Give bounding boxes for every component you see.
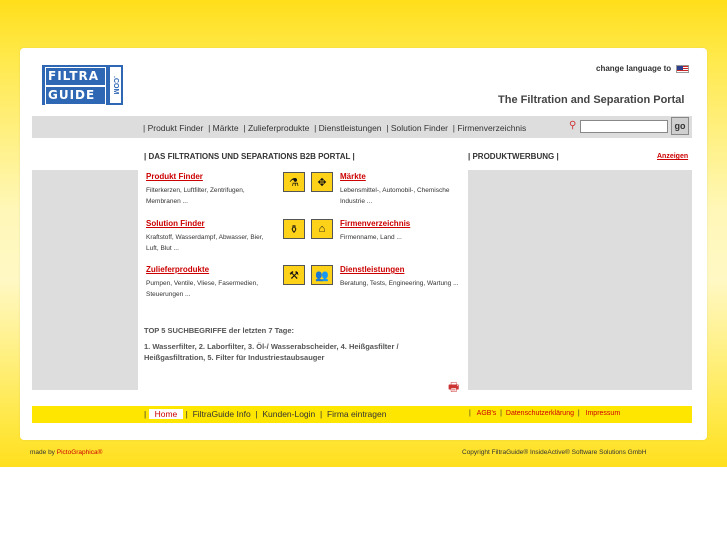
left-column [32, 170, 138, 390]
category-dienstleistungen: Dienstleistungen Beratung, Tests, Engine… [340, 265, 470, 290]
filtraguide-logo[interactable]: FILTRA GUIDE .COM [42, 65, 123, 105]
category-desc: Firmenname, Land ... [340, 234, 402, 241]
logo-dotcom: .COM [108, 65, 123, 105]
made-by: made by PictoGraphica® [30, 449, 102, 456]
footer-link-datenschutz[interactable]: Datenschutzerklärung [506, 410, 574, 417]
category-zulieferprodukte: Zulieferprodukte Pumpen, Ventile, Vliese… [146, 265, 276, 300]
pictographica-link[interactable]: PictoGraphica® [57, 449, 103, 456]
category-desc: Beratung, Tests, Engineering, Wartung ..… [340, 280, 459, 287]
category-title[interactable]: Solution Finder [146, 219, 276, 228]
category-title[interactable]: Märkte [340, 172, 470, 181]
nav-item-firmenverzeichnis[interactable]: Firmenverzeichnis [457, 123, 526, 133]
footer-link-impressum[interactable]: Impressum [586, 410, 621, 417]
category-produkt-finder: Produkt Finder Filterkerzen, Luftfilter,… [146, 172, 276, 207]
top5-title: TOP 5 SUCHBEGRIFFE der letzten 7 Tage: [144, 326, 295, 335]
change-language-label: change language to [596, 64, 672, 73]
nav-item-solution-finder[interactable]: Solution Finder [391, 123, 448, 133]
footer-link-register[interactable]: Firma eintragen [327, 409, 387, 419]
produktwerbung-panel [468, 170, 692, 390]
category-desc: Pumpen, Ventile, Vliese, Fasermedien, St… [146, 280, 259, 298]
made-by-prefix: made by [30, 449, 55, 456]
filter-cartridge-icon[interactable]: ⚗ [283, 172, 305, 192]
search-icon: ⚲ [569, 120, 577, 131]
copyright: Copyright FiltraGuide® InsideActive® Sof… [462, 449, 647, 456]
uk-flag-icon[interactable] [676, 64, 690, 73]
category-firmenverzeichnis: Firmenverzeichnis Firmenname, Land ... [340, 219, 470, 244]
footer-link-login[interactable]: Kunden-Login [262, 409, 315, 419]
go-button[interactable]: go [671, 117, 689, 135]
nav-item-dienstleistungen[interactable]: Dienstleistungen [319, 123, 382, 133]
category-title[interactable]: Zulieferprodukte [146, 265, 276, 274]
section-title: | DAS FILTRATIONS UND SEPARATIONS B2B PO… [144, 152, 355, 161]
category-maerkte: Märkte Lebensmittel-, Automobil-, Chemis… [340, 172, 470, 207]
footer-home-link[interactable]: Home [148, 409, 184, 419]
supplies-icon[interactable]: ⚒ [283, 265, 305, 285]
footer-link-agb[interactable]: AGB's [477, 410, 497, 417]
logo-word-top: FILTRA [45, 67, 106, 86]
footer-nav: | Home | FiltraGuide Info | Kunden-Login… [144, 409, 387, 419]
print-icon[interactable]: 🖶 [448, 378, 459, 399]
nav-item-zulieferprodukte[interactable]: Zulieferprodukte [248, 123, 309, 133]
flask-icon[interactable]: ⚱ [283, 219, 305, 239]
category-desc: Filterkerzen, Luftfilter, Zentrifugen, M… [146, 187, 245, 205]
factory-icon[interactable]: ⌂ [311, 219, 333, 239]
category-title[interactable]: Firmenverzeichnis [340, 219, 470, 228]
logo-word-bottom: GUIDE [45, 86, 106, 105]
footer-link-info[interactable]: FiltraGuide Info [193, 409, 251, 419]
language-switch[interactable]: change language to [596, 64, 690, 73]
category-title[interactable]: Dienstleistungen [340, 265, 470, 274]
category-desc: Lebensmittel-, Automobil-, Chemische Ind… [340, 187, 450, 205]
top5-list: 1. Wasserfilter, 2. Laborfilter, 3. Öl-/… [144, 342, 399, 362]
portal-title: The Filtration and Separation Portal [498, 94, 685, 106]
search-input[interactable] [580, 120, 668, 133]
werbung-title: | PRODUKTWERBUNG | [468, 152, 559, 161]
markets-arrows-icon[interactable]: ✥ [311, 172, 333, 192]
category-title[interactable]: Produkt Finder [146, 172, 276, 181]
nav-item-produkt-finder[interactable]: Produkt Finder [148, 123, 204, 133]
nav-item-maerkte[interactable]: Märkte [213, 123, 239, 133]
people-icon[interactable]: 👥 [311, 265, 333, 285]
footer-legal-links: | AGB's | Datenschutzerklärung | Impress… [469, 410, 621, 417]
category-desc: Kraftstoff, Wasserdampf, Abwasser, Bier,… [146, 234, 264, 252]
main-nav: | Produkt Finder | Märkte | Zulieferprod… [143, 123, 527, 133]
category-solution-finder: Solution Finder Kraftstoff, Wasserdampf,… [146, 219, 276, 254]
anzeigen-link[interactable]: Anzeigen [657, 153, 688, 160]
